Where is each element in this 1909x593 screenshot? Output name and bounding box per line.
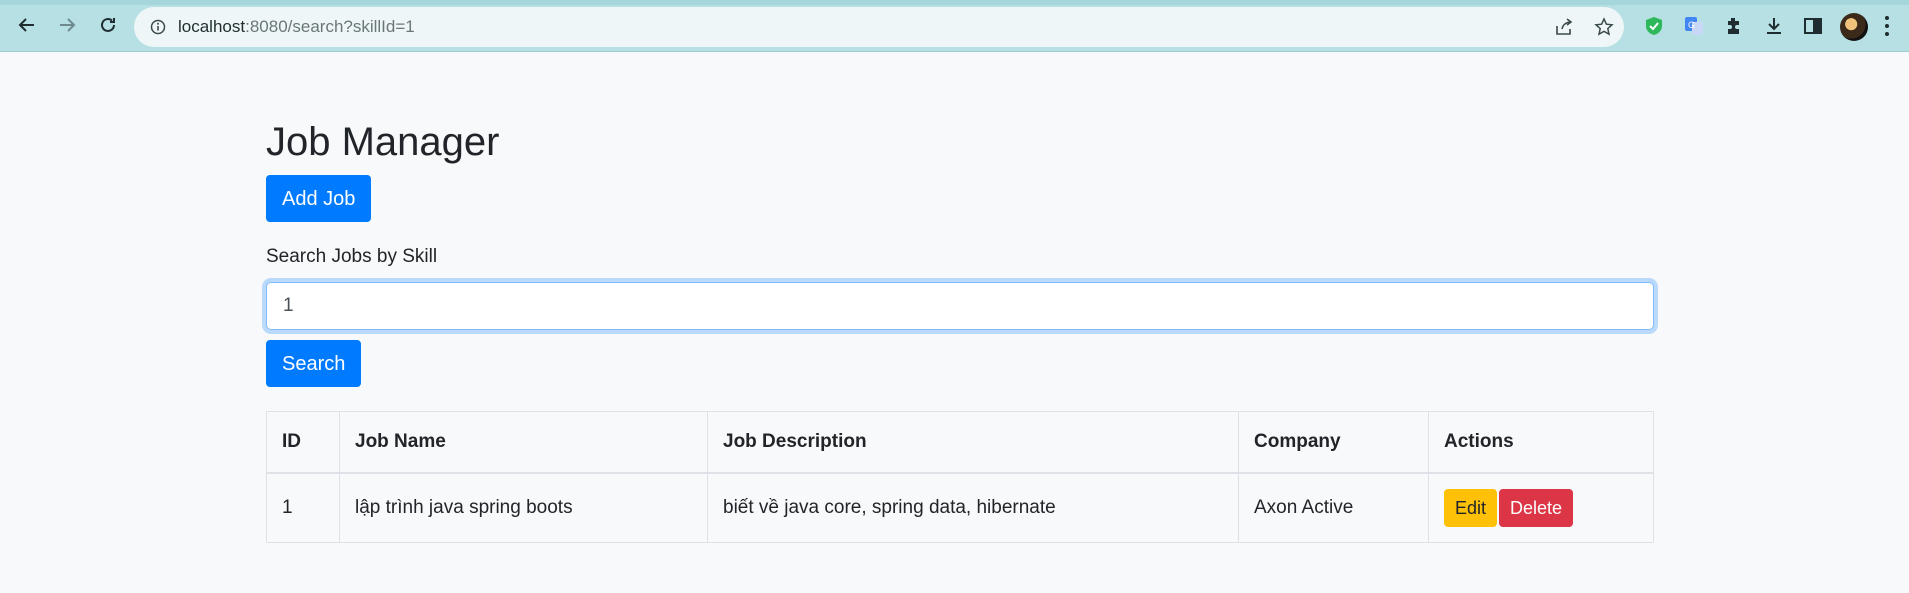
cell-job-name: lập trình java spring boots bbox=[339, 472, 708, 543]
shield-extension-icon[interactable] bbox=[1642, 14, 1666, 38]
share-icon[interactable] bbox=[1554, 17, 1574, 37]
side-panel-icon[interactable] bbox=[1801, 14, 1825, 38]
add-job-button[interactable]: Add Job bbox=[266, 175, 372, 222]
arrow-right-icon bbox=[60, 18, 76, 32]
arrow-left-icon bbox=[18, 18, 34, 32]
cell-company: Axon Active bbox=[1238, 472, 1429, 543]
cell-job-description: biết về java core, spring data, hibernat… bbox=[707, 472, 1239, 543]
search-label: Search Jobs by Skill bbox=[266, 246, 438, 267]
header-actions: Actions bbox=[1428, 411, 1654, 474]
url-text: localhost:8080/search?skillId=1 bbox=[178, 17, 415, 37]
browser-toolbar: localhost:8080/search?skillId=1 G bbox=[0, 0, 1909, 52]
header-job-description: Job Description bbox=[707, 411, 1239, 474]
url-path: :8080/search?skillId=1 bbox=[245, 17, 415, 36]
profile-avatar[interactable] bbox=[1840, 13, 1868, 41]
table-row: 1 lập trình java spring boots biết về ja… bbox=[266, 472, 1654, 543]
reload-button[interactable] bbox=[93, 10, 123, 40]
translate-extension-icon[interactable]: G bbox=[1682, 14, 1706, 38]
back-button[interactable] bbox=[12, 10, 42, 40]
url-host: localhost bbox=[178, 17, 246, 36]
reload-icon bbox=[101, 17, 115, 32]
header-job-name: Job Name bbox=[339, 411, 708, 474]
site-info-icon[interactable] bbox=[150, 19, 166, 35]
download-icon[interactable] bbox=[1762, 14, 1786, 38]
header-company: Company bbox=[1238, 411, 1429, 474]
search-button[interactable]: Search bbox=[266, 340, 362, 387]
browser-menu-icon[interactable] bbox=[1884, 16, 1890, 36]
forward-button[interactable] bbox=[52, 10, 82, 40]
page-title: Job Manager bbox=[266, 120, 500, 164]
header-id: ID bbox=[266, 411, 340, 474]
table-header-row: ID Job Name Job Description Company Acti… bbox=[266, 411, 1654, 474]
skill-search-input[interactable] bbox=[266, 282, 1654, 330]
cell-id: 1 bbox=[266, 472, 340, 543]
cell-actions: Edit Delete bbox=[1428, 472, 1654, 543]
jobs-table: ID Job Name Job Description Company Acti… bbox=[266, 411, 1654, 543]
edit-button[interactable]: Edit bbox=[1444, 488, 1498, 527]
puzzle-extensions-icon[interactable] bbox=[1722, 14, 1746, 38]
bookmark-star-icon[interactable] bbox=[1594, 17, 1614, 37]
address-bar[interactable]: localhost:8080/search?skillId=1 bbox=[134, 7, 1624, 47]
tab-strip-edge bbox=[0, 0, 1909, 5]
delete-button[interactable]: Delete bbox=[1499, 488, 1574, 527]
svg-text:G: G bbox=[1688, 20, 1695, 30]
